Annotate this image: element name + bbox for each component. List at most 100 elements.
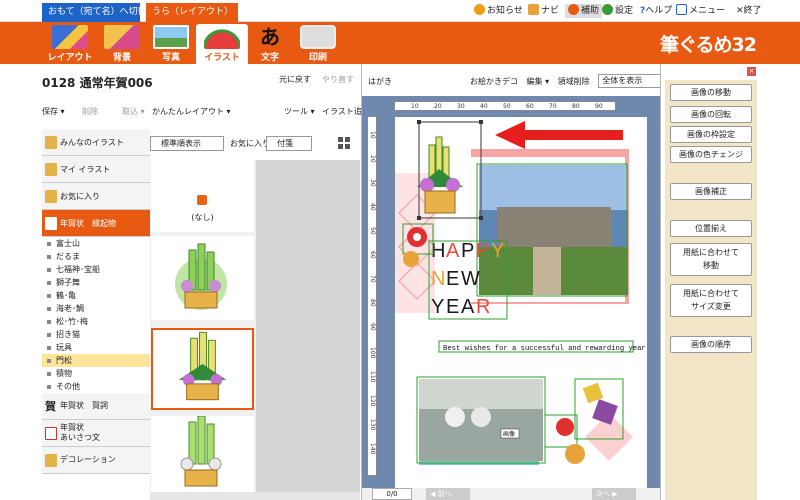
folder-icon — [45, 163, 57, 176]
subcategory-item[interactable]: 獅子舞 — [42, 276, 150, 289]
next-page-button[interactable]: 次へ ▶ — [592, 488, 636, 500]
redo-button[interactable]: やり直す — [322, 74, 354, 85]
delete-button[interactable]: 削除 — [82, 106, 98, 117]
menu-menu[interactable]: メニュー — [676, 4, 725, 18]
move-image-button[interactable]: 画像の移動 — [670, 84, 752, 101]
year-letter-2: A — [461, 296, 475, 318]
category-decoration[interactable]: デコレーション — [42, 447, 150, 474]
subcategory-item[interactable]: 玩具 — [42, 341, 150, 354]
ruler-tick: 30 — [457, 103, 465, 110]
ruler-tick: 100 — [369, 347, 376, 359]
menu-quit[interactable]: ✕終了 — [736, 4, 762, 18]
year-letter-0: Y — [431, 296, 444, 318]
menu-notice[interactable]: お知らせ — [474, 4, 523, 18]
import-button[interactable]: 取込 ▾ — [122, 106, 145, 117]
year-letter-1: E — [446, 296, 459, 318]
rotate-image-button[interactable]: 画像の回転 — [670, 106, 752, 123]
horizontal-scrollbar[interactable] — [150, 492, 360, 500]
category-new-year-lucky[interactable]: 年賀状 縁起物 — [42, 210, 150, 237]
ruler-tick: 70 — [369, 275, 376, 283]
image-order-button[interactable]: 画像の順序 — [670, 336, 752, 353]
zoom-select[interactable]: 全体を表示 — [598, 74, 665, 88]
image-correct-button[interactable]: 画像補正 — [670, 183, 752, 200]
document-icon — [45, 427, 57, 440]
ruler-tick: 10 — [369, 131, 376, 139]
happy-letter-4: Y — [491, 240, 504, 262]
left-panel: 0128 通常年賀006 元に戻す やり直す 保存 ▾ 削除 取込 ▾ かんたん… — [0, 64, 370, 500]
undo-button[interactable]: 元に戻す — [279, 74, 311, 85]
background-icon — [104, 25, 140, 49]
tools-button[interactable]: ツール ▾ — [284, 106, 315, 117]
subcategory-item[interactable]: だるま — [42, 250, 150, 263]
illustration-kadomatsu-1[interactable] — [151, 236, 254, 320]
subcategory-item[interactable]: 海老･鯛 — [42, 302, 150, 315]
favorites-label: お気に入り — [230, 139, 270, 148]
tab-front-address[interactable]: おもて（宛て名）へ切替 — [42, 3, 147, 22]
window-icon — [676, 4, 687, 15]
gear-icon — [602, 4, 613, 15]
toolbar-text-button[interactable]: あ 文字 — [244, 24, 296, 64]
sticky-select[interactable]: 付箋 — [266, 136, 312, 151]
folder-icon — [45, 217, 57, 230]
menu-settings[interactable]: 設定 — [602, 4, 633, 18]
illustration-list: (なし) — [150, 160, 256, 492]
category-my[interactable]: マイ イラスト — [42, 156, 150, 183]
subcategory-item[interactable]: 積物 — [42, 367, 150, 380]
subcategory-item[interactable]: 富士山 — [42, 237, 150, 250]
document-title: 0128 通常年賀006 — [42, 76, 153, 90]
save-button[interactable]: 保存 ▾ — [42, 106, 65, 117]
toolbar-background-button[interactable]: 背景 — [96, 24, 148, 64]
subcategory-item[interactable]: 招き猫 — [42, 328, 150, 341]
image-frame-button[interactable]: 画像の枠設定 — [670, 126, 752, 143]
ruler-tick: 70 — [549, 103, 557, 110]
menu-help[interactable]: ?ヘルプ — [640, 4, 672, 18]
category-new-year-greeting[interactable]: 賀年賀状 賀詞 — [42, 393, 150, 420]
canvas-toolbar: お絵かきデコ 編集 ▾ 領域削除 全体を表示 — [470, 74, 670, 88]
color-change-button[interactable]: 画像の色チェンジ — [670, 146, 752, 163]
vertical-ruler: 10 20 30 40 50 60 70 80 90 100 110 120 130 140 — [367, 116, 377, 476]
fit-move-button[interactable]: 用紙に合わせて 移動 — [670, 243, 752, 276]
toolbar-illust-button[interactable]: イラスト — [196, 24, 248, 64]
sort-select[interactable]: 標準順表示 — [150, 136, 224, 151]
edit-button[interactable]: 編集 ▾ — [527, 77, 550, 86]
new-letter-2: W — [461, 268, 480, 290]
tab-back-layout[interactable]: うら（レイアウト） — [146, 3, 238, 22]
prev-page-button[interactable]: ◀ 前へ — [426, 488, 470, 500]
ruler-tick: 40 — [480, 103, 488, 110]
illustration-kadomatsu-2-selected[interactable] — [151, 328, 254, 410]
layout-icon — [52, 25, 88, 49]
new-letter-1: E — [446, 268, 459, 290]
grid-view-icon[interactable] — [338, 137, 351, 150]
menu-assist[interactable]: 補助 — [565, 4, 603, 18]
subcategory-item[interactable]: 松･竹･梅 — [42, 315, 150, 328]
category-new-year-message[interactable]: 年賀状 あいさつ文 — [42, 420, 150, 447]
toolbar-photo-button[interactable]: 写真 — [145, 24, 197, 64]
category-everyone[interactable]: みんなのイラスト — [42, 129, 150, 156]
illustration-kadomatsu-3[interactable] — [151, 415, 254, 492]
panel-close-button[interactable]: × — [747, 67, 756, 76]
illustration-none[interactable]: (なし) — [151, 160, 254, 232]
subcategory-item[interactable]: 七福神･宝船 — [42, 263, 150, 276]
ruler-tick: 50 — [503, 103, 511, 110]
subcategory-item[interactable]: 鶴･亀 — [42, 289, 150, 302]
happy-letter-3: P — [476, 240, 489, 262]
ruler-tick: 90 — [369, 323, 376, 331]
draw-deco-button[interactable]: お絵かきデコ — [470, 77, 518, 86]
paper-type-label: はがき — [368, 77, 392, 86]
file-bar: 保存 ▾ 削除 取込 ▾ かんたんレイアウト ▾ ツール ▾ イラスト追加 — [42, 104, 370, 120]
subcategory-item[interactable]: 門松 — [42, 354, 150, 367]
fit-resize-button[interactable]: 用紙に合わせて サイズ変更 — [670, 284, 752, 317]
none-icon — [197, 195, 207, 205]
easy-layout-button[interactable]: かんたんレイアウト ▾ — [152, 106, 231, 117]
printer-icon — [300, 25, 336, 49]
area-delete-button[interactable]: 領域削除 — [558, 77, 590, 86]
subcategory-item[interactable]: その他 — [42, 380, 150, 393]
postcard-paper[interactable]: H A P P Y N E W Y E A R Best wishes for … — [395, 117, 650, 488]
category-favorites[interactable]: お気に入り — [42, 183, 150, 210]
menu-navi[interactable]: ナビ — [528, 4, 559, 18]
toolbar-layout-button[interactable]: レイアウト — [44, 24, 96, 64]
kanji-ga-icon: 賀 — [45, 400, 56, 413]
toolbar-print-button[interactable]: 印刷 — [292, 24, 344, 64]
orange-flower — [403, 251, 419, 267]
align-button[interactable]: 位置揃え — [670, 220, 752, 237]
